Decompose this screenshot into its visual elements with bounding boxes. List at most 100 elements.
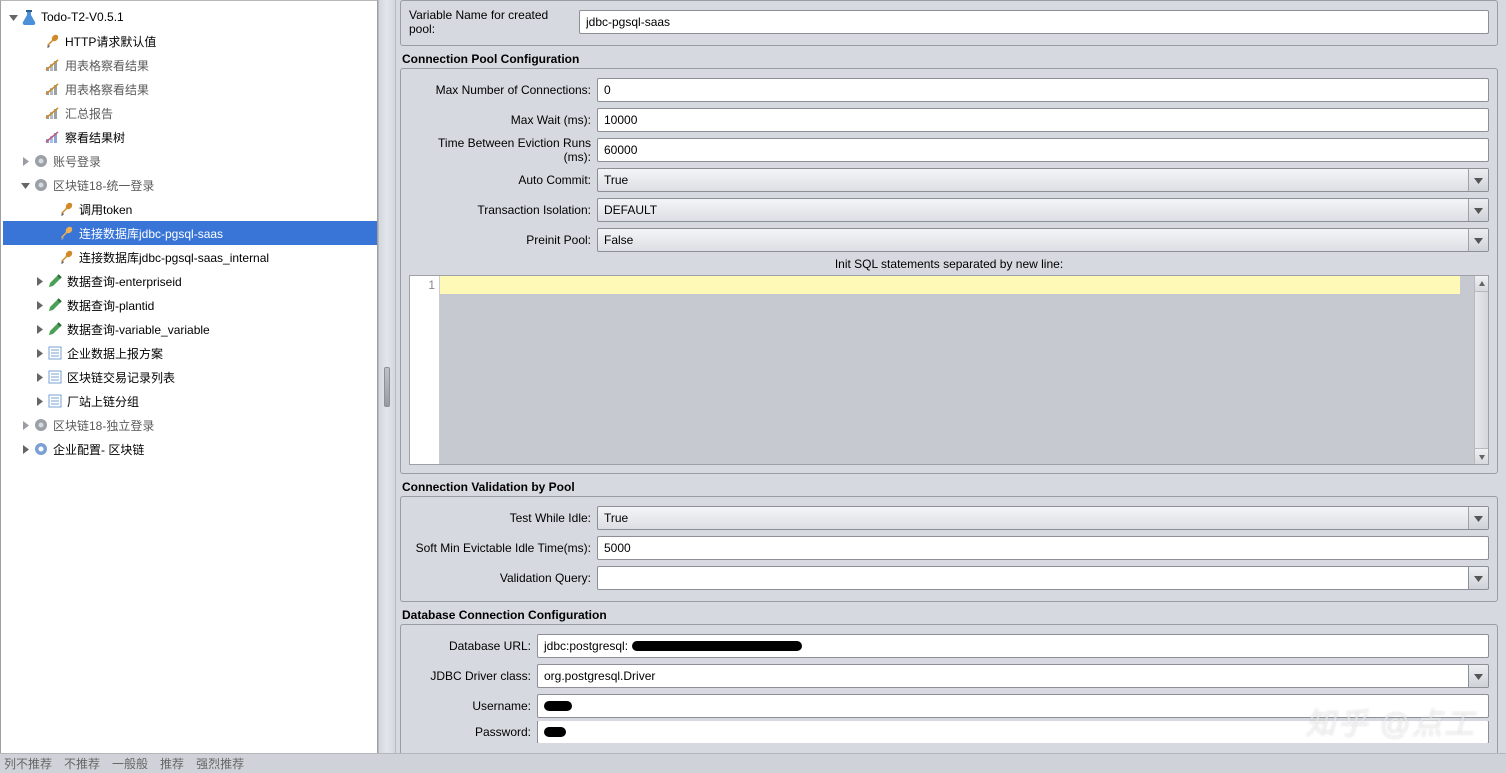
- chevron-right-icon[interactable]: [33, 347, 45, 359]
- tree-item-enterprise-config[interactable]: 企业配置- 区块链: [3, 437, 377, 461]
- code-vscrollbar[interactable]: [1474, 276, 1488, 464]
- pool-conf-title: Connection Pool Configuration: [402, 52, 1496, 66]
- preinit-combo[interactable]: False: [597, 228, 1489, 252]
- tree-label: 汇总报告: [65, 105, 113, 122]
- tree-item-blockchain18-unified[interactable]: 区块链18-统一登录: [3, 173, 377, 197]
- tree-item-query-plantid[interactable]: 数据查询-plantid: [3, 293, 377, 317]
- chevron-down-icon: [1468, 199, 1488, 221]
- chevron-down-icon[interactable]: [19, 179, 31, 191]
- splitter-grip-icon: [384, 367, 390, 407]
- auto-commit-combo[interactable]: True: [597, 168, 1489, 192]
- preinit-value: False: [598, 233, 1468, 247]
- max-wait-input[interactable]: [597, 108, 1489, 132]
- tree-item-summary-report[interactable]: 汇总报告: [3, 101, 377, 125]
- soft-min-label: Soft Min Evictable Idle Time(ms):: [409, 541, 597, 555]
- driver-label: JDBC Driver class:: [409, 669, 537, 683]
- chevron-right-icon[interactable]: [33, 299, 45, 311]
- footer-text: 推荐: [160, 755, 184, 772]
- pencil-icon: [47, 297, 63, 313]
- tree-item-tx-record-list[interactable]: 区块链交易记录列表: [3, 365, 377, 389]
- validation-title: Connection Validation by Pool: [402, 480, 1496, 494]
- chart-icon: [45, 81, 61, 97]
- chevron-right-icon[interactable]: [33, 323, 45, 335]
- test-idle-label: Test While Idle:: [409, 511, 597, 525]
- chevron-down-icon[interactable]: [1469, 664, 1489, 688]
- tree-label: 区块链18-独立登录: [53, 417, 154, 434]
- tree-label: 连接数据库jdbc-pgsql-saas: [79, 225, 223, 242]
- chevron-right-icon[interactable]: [19, 155, 31, 167]
- chevron-down-icon: [1468, 169, 1488, 191]
- tree-item-db-pgsql-saas[interactable]: 连接数据库jdbc-pgsql-saas: [3, 221, 377, 245]
- db-url-input[interactable]: jdbc:postgresql:: [537, 634, 1489, 658]
- chevron-right-icon[interactable]: [33, 275, 45, 287]
- tree-item-table-results-1[interactable]: 用表格察看结果: [3, 53, 377, 77]
- code-body[interactable]: [440, 276, 1474, 464]
- tx-iso-combo[interactable]: DEFAULT: [597, 198, 1489, 222]
- tree-label: 账号登录: [53, 153, 101, 170]
- test-idle-combo[interactable]: True: [597, 506, 1489, 530]
- driver-combo[interactable]: [537, 664, 1489, 688]
- footer-bar: 列不推荐 不推荐 一般般 推荐 强烈推荐: [0, 753, 1506, 773]
- chevron-down-icon[interactable]: [1469, 566, 1489, 590]
- tree-item-table-results-2[interactable]: 用表格察看结果: [3, 77, 377, 101]
- scroll-down-icon[interactable]: [1475, 448, 1488, 464]
- tree-root[interactable]: Todo-T2-V0.5.1: [3, 5, 377, 29]
- tree-item-account-login[interactable]: 账号登录: [3, 149, 377, 173]
- db-conf-section: Database URL: jdbc:postgresql: JDBC Driv…: [400, 624, 1498, 764]
- val-query-input[interactable]: [597, 566, 1469, 590]
- username-input[interactable]: [537, 694, 1489, 718]
- tree-label: 用表格察看结果: [65, 81, 149, 98]
- tree-label: 企业数据上报方案: [67, 345, 163, 362]
- variable-name-box: Variable Name for created pool:: [400, 0, 1498, 46]
- init-sql-editor[interactable]: 1: [409, 275, 1489, 465]
- tree-label: 调用token: [79, 201, 132, 218]
- tree-item-plant-chain-group[interactable]: 厂站上链分组: [3, 389, 377, 413]
- max-conn-input[interactable]: [597, 78, 1489, 102]
- password-input[interactable]: [537, 721, 1489, 743]
- tx-iso-label: Transaction Isolation:: [409, 203, 597, 217]
- main-config-panel: Variable Name for created pool: Connecti…: [396, 0, 1506, 773]
- chevron-down-icon[interactable]: [7, 11, 19, 23]
- redacted-icon: [544, 701, 572, 711]
- tree-item-http-defaults[interactable]: HTTP请求默认值: [3, 29, 377, 53]
- chevron-right-icon[interactable]: [33, 371, 45, 383]
- gear-icon: [33, 153, 49, 169]
- code-gutter: 1: [410, 276, 440, 464]
- tree-label: 用表格察看结果: [65, 57, 149, 74]
- redacted-icon: [632, 641, 802, 651]
- pencil-icon: [47, 273, 63, 289]
- db-conf-title: Database Connection Configuration: [402, 608, 1496, 622]
- chart-icon: [45, 57, 61, 73]
- redacted-icon: [544, 727, 566, 737]
- splitter[interactable]: [378, 0, 396, 773]
- val-query-combo[interactable]: [597, 566, 1489, 590]
- evict-input[interactable]: [597, 138, 1489, 162]
- max-wait-label: Max Wait (ms):: [409, 113, 597, 127]
- tree-label: 厂站上链分组: [67, 393, 139, 410]
- scroll-up-icon[interactable]: [1475, 276, 1488, 292]
- username-label: Username:: [409, 699, 537, 713]
- scroll-track[interactable]: [1475, 292, 1488, 448]
- chevron-right-icon[interactable]: [19, 443, 31, 455]
- chart-icon: [45, 105, 61, 121]
- tree-item-call-token[interactable]: 调用token: [3, 197, 377, 221]
- preinit-label: Preinit Pool:: [409, 233, 597, 247]
- driver-input[interactable]: [537, 664, 1469, 688]
- soft-min-input[interactable]: [597, 536, 1489, 560]
- wrench-icon: [59, 201, 75, 217]
- db-url-value-prefix: jdbc:postgresql:: [544, 639, 628, 653]
- tree-item-query-enterpriseid[interactable]: 数据查询-enterpriseid: [3, 269, 377, 293]
- list-icon: [47, 369, 63, 385]
- tree-item-query-variable[interactable]: 数据查询-variable_variable: [3, 317, 377, 341]
- wrench-icon: [59, 249, 75, 265]
- var-name-input[interactable]: [579, 10, 1489, 34]
- tree-item-upload-scheme[interactable]: 企业数据上报方案: [3, 341, 377, 365]
- tree-item-db-pgsql-saas-internal[interactable]: 连接数据库jdbc-pgsql-saas_internal: [3, 245, 377, 269]
- tree-item-blockchain18-indep[interactable]: 区块链18-独立登录: [3, 413, 377, 437]
- chevron-right-icon[interactable]: [33, 395, 45, 407]
- chevron-right-icon[interactable]: [19, 419, 31, 431]
- test-plan-tree[interactable]: Todo-T2-V0.5.1 HTTP请求默认值 用表格察看结果 用表格察看结果: [1, 1, 377, 465]
- gear-shiny-icon: [33, 441, 49, 457]
- wrench-icon: [59, 225, 75, 241]
- tree-item-view-results-tree[interactable]: 察看结果树: [3, 125, 377, 149]
